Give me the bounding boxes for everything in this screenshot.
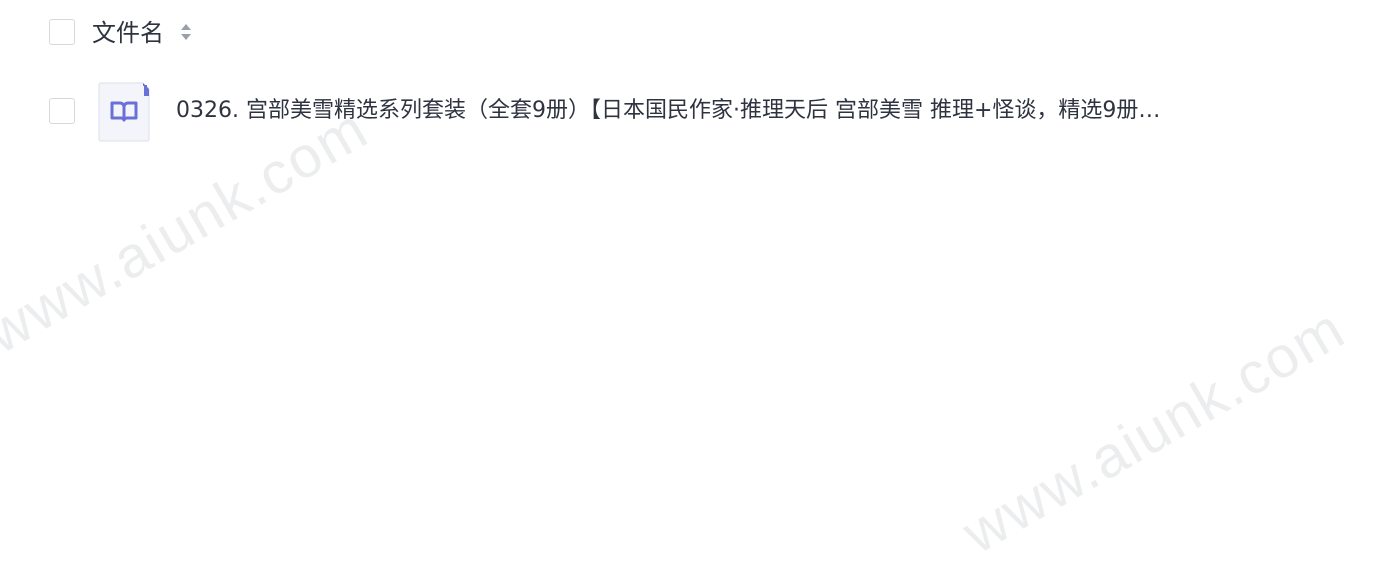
book-icon xyxy=(98,82,150,142)
column-header-filename: 文件名 xyxy=(92,19,164,47)
row-checkbox[interactable] xyxy=(49,98,75,124)
sort-up-down-icon[interactable] xyxy=(178,20,194,44)
file-name-link[interactable]: 0326. 宫部美雪精选系列套装（全套9册）【日本国民作家·推理天后 宫部美雪 … xyxy=(176,96,1160,126)
watermark: www.aiunk.com xyxy=(0,95,379,367)
file-list-page: 文件名 0326. 宫部美雪精选系列套装（全套9册）【日本国民作家·推理天后 宫… xyxy=(0,0,1384,588)
watermark: www.aiunk.com xyxy=(952,295,1356,567)
select-all-checkbox[interactable] xyxy=(49,19,75,45)
